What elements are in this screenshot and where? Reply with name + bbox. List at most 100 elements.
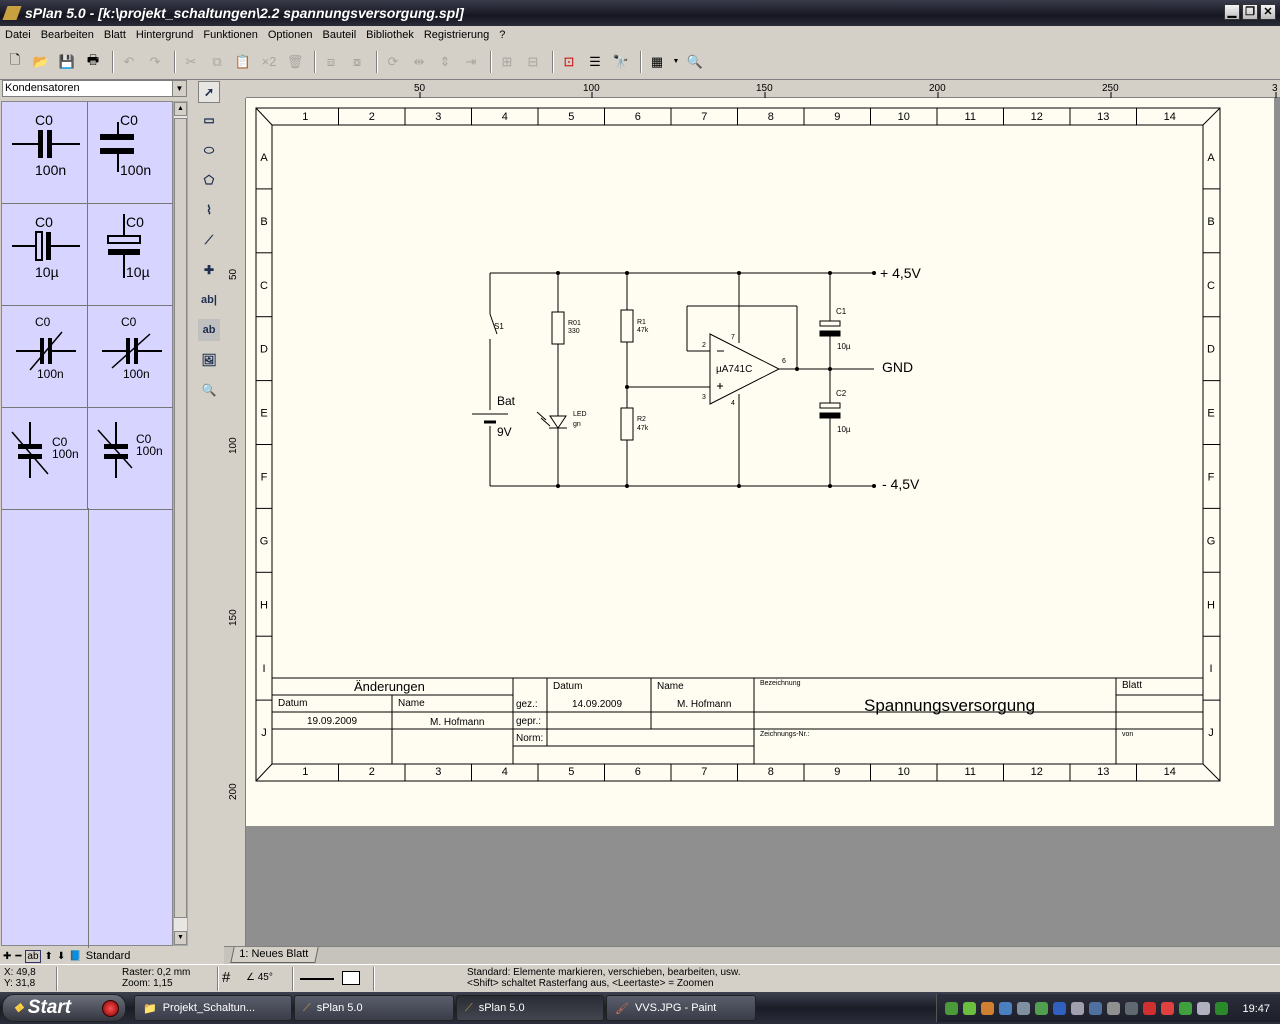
tray-icon[interactable] [1107,1001,1120,1015]
frame-row-label: J [1208,727,1214,739]
undo-icon[interactable]: ↶ [118,51,140,73]
scroll-up-arrow-icon[interactable]: ▲ [174,102,187,116]
remove-icon[interactable]: ━ [15,951,21,962]
redo-icon[interactable]: ↷ [144,51,166,73]
align-icon[interactable]: ⇥ [460,51,482,73]
to-back-icon[interactable]: ⧇ [346,51,368,73]
tray-icon[interactable] [999,1001,1012,1015]
library-category-select[interactable]: Kondensatoren ▼ [2,80,187,97]
library-item[interactable]: C0 100n [2,306,88,408]
close-button[interactable]: ✕ [1260,4,1276,20]
paste-icon[interactable]: 📋 [232,51,254,73]
menu-registrierung[interactable]: Registrierung [419,29,494,41]
menu-funktionen[interactable]: Funktionen [198,29,262,41]
grid-dropdown-icon[interactable]: ▼ [672,51,680,73]
new-file-icon[interactable]: 🗋 [4,51,26,73]
tray-icon[interactable] [1017,1001,1030,1015]
tray-icon[interactable] [1161,1001,1174,1015]
rotate-icon[interactable]: ⟳ [382,51,404,73]
arrow-down-icon[interactable]: ⬇ [57,951,65,962]
library-item[interactable]: C0 100n [88,102,174,204]
ellipse-tool-icon[interactable]: ⬭ [198,139,220,161]
restore-button[interactable]: ❐ [1242,4,1258,20]
menu-blatt[interactable]: Blatt [99,29,131,41]
minimize-button[interactable]: ▁ [1224,4,1240,20]
sheet-tab[interactable]: 1: Neues Blatt [230,947,319,963]
parts-list-icon[interactable]: ☰ [584,51,606,73]
tb-author: M. Hofmann [677,699,731,710]
tray-icon[interactable] [1215,1001,1228,1015]
polygon-tool-icon[interactable]: ⬠ [198,169,220,191]
duplicate-icon[interactable]: ×2 [258,51,280,73]
save-icon[interactable]: 💾 [56,51,78,73]
mirror-v-icon[interactable]: ⇕ [434,51,456,73]
add-icon[interactable]: ✚ [3,951,11,962]
tray-icon[interactable] [1053,1001,1066,1015]
group-icon[interactable]: ⊞ [496,51,518,73]
bezier-tool-icon[interactable]: ⌇ [198,199,220,221]
cut-icon[interactable]: ✂ [180,51,202,73]
rectangle-tool-icon[interactable]: ▭ [198,109,220,131]
tray-icon[interactable] [1125,1001,1138,1015]
library-item-value: 100n [37,367,64,381]
scroll-down-arrow-icon[interactable]: ▼ [174,931,187,945]
start-button[interactable]: ❖ Start [2,994,126,1022]
library-item[interactable]: C0 100n [2,102,88,204]
image-tool-icon[interactable]: 🖼 [198,349,220,371]
task-button[interactable]: ⟋ sPlan 5.0 [456,995,604,1021]
component-icon[interactable]: ⊡ [558,51,580,73]
book-icon[interactable]: 📘 [69,951,81,962]
tray-icon[interactable] [1143,1001,1156,1015]
task-button[interactable]: ⟋ sPlan 5.0 [294,995,454,1021]
arrow-up-icon[interactable]: ⬆ [45,951,53,962]
grid-toggle-icon[interactable]: # [222,967,242,991]
mirror-h-icon[interactable]: ⇹ [408,51,430,73]
menu-datei[interactable]: Datei [0,29,36,41]
line-style-icon[interactable] [300,967,336,991]
tray-icon[interactable] [1179,1001,1192,1015]
task-button[interactable]: 📁 Projekt_Schaltun... [134,995,292,1021]
task-button[interactable]: 🖌 VVS.JPG - Paint [606,995,756,1021]
tray-icon[interactable] [945,1001,958,1015]
menu-optionen[interactable]: Optionen [263,29,318,41]
menu-bauteil[interactable]: Bauteil [318,29,362,41]
menu-bearbeiten[interactable]: Bearbeiten [36,29,99,41]
search-binoculars-icon[interactable]: 🔭 [610,51,632,73]
library-item[interactable]: C0 100n [2,408,88,510]
to-front-icon[interactable]: ⧈ [320,51,342,73]
text-tool-icon[interactable]: ab| [198,289,220,311]
tray-icon[interactable] [1035,1001,1048,1015]
copy-icon[interactable]: ⧉ [206,51,228,73]
chevron-down-icon[interactable]: ▼ [172,81,186,96]
menu-help[interactable]: ? [494,29,510,41]
delete-icon[interactable]: 🗑 [284,51,306,73]
print-icon[interactable]: 🖶 [82,51,104,73]
scroll-thumb[interactable] [174,118,187,918]
menu-bibliothek[interactable]: Bibliothek [361,29,419,41]
tray-icon[interactable] [1089,1001,1102,1015]
menu-hintergrund[interactable]: Hintergrund [131,29,198,41]
library-item[interactable]: C0 10µ [2,204,88,306]
library-item[interactable]: C0 100n [88,306,174,408]
drawing-canvas[interactable]: 1 1 2 2 3 3 4 4 5 5 6 6 7 7 8 8 9 9 10 10 11 11 12 12 13 13 14 14 A A… [246,98,1280,946]
ungroup-icon[interactable]: ⊟ [522,51,544,73]
library-scrollbar[interactable]: ▲ ▼ [173,101,188,946]
textbox-tool-icon[interactable]: ab [198,319,220,341]
zoom-icon[interactable]: 🔍 [684,51,706,73]
zoom-tool-icon[interactable]: 🔍 [198,379,220,401]
tray-icon[interactable] [1071,1001,1084,1015]
library-item[interactable]: C0 100n [88,408,174,510]
angle-snap[interactable]: ∠ 45° [246,967,290,991]
tray-icon[interactable] [963,1001,976,1015]
grid-icon[interactable]: ▦ [646,51,668,73]
fill-style-icon[interactable] [342,967,364,991]
pointer-tool-icon[interactable]: ➚ [198,81,220,103]
frame-row-label: A [1207,152,1215,164]
library-item[interactable]: C0 10µ [88,204,174,306]
junction-tool-icon[interactable]: ✚ [198,259,220,281]
tray-icon[interactable] [981,1001,994,1015]
line-tool-icon[interactable]: ⟋ [198,229,220,251]
library-edit-icon[interactable]: ab [25,949,41,963]
open-folder-icon[interactable]: 📂 [30,51,52,73]
tray-icon[interactable] [1197,1001,1210,1015]
